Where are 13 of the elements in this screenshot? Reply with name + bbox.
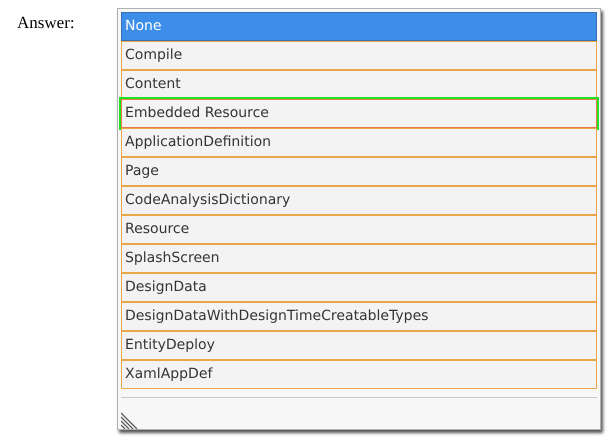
list-item[interactable]: CodeAnalysisDictionary (121, 186, 597, 215)
answer-label: Answer: (17, 12, 76, 34)
list-item[interactable]: XamlAppDef (121, 360, 597, 389)
list-item[interactable]: DesignData (121, 273, 597, 302)
list-item[interactable]: Embedded Resource (121, 99, 597, 128)
list-item[interactable]: DesignDataWithDesignTimeCreatableTypes (121, 302, 597, 331)
list-item[interactable]: Page (121, 157, 597, 186)
list-item[interactable]: Compile (121, 41, 597, 70)
list-item[interactable]: ApplicationDefinition (121, 128, 597, 157)
list-item[interactable]: SplashScreen (121, 244, 597, 273)
list-item[interactable]: Content (121, 70, 597, 99)
list-item[interactable]: Resource (121, 215, 597, 244)
list-item[interactable]: EntityDeploy (121, 331, 597, 360)
